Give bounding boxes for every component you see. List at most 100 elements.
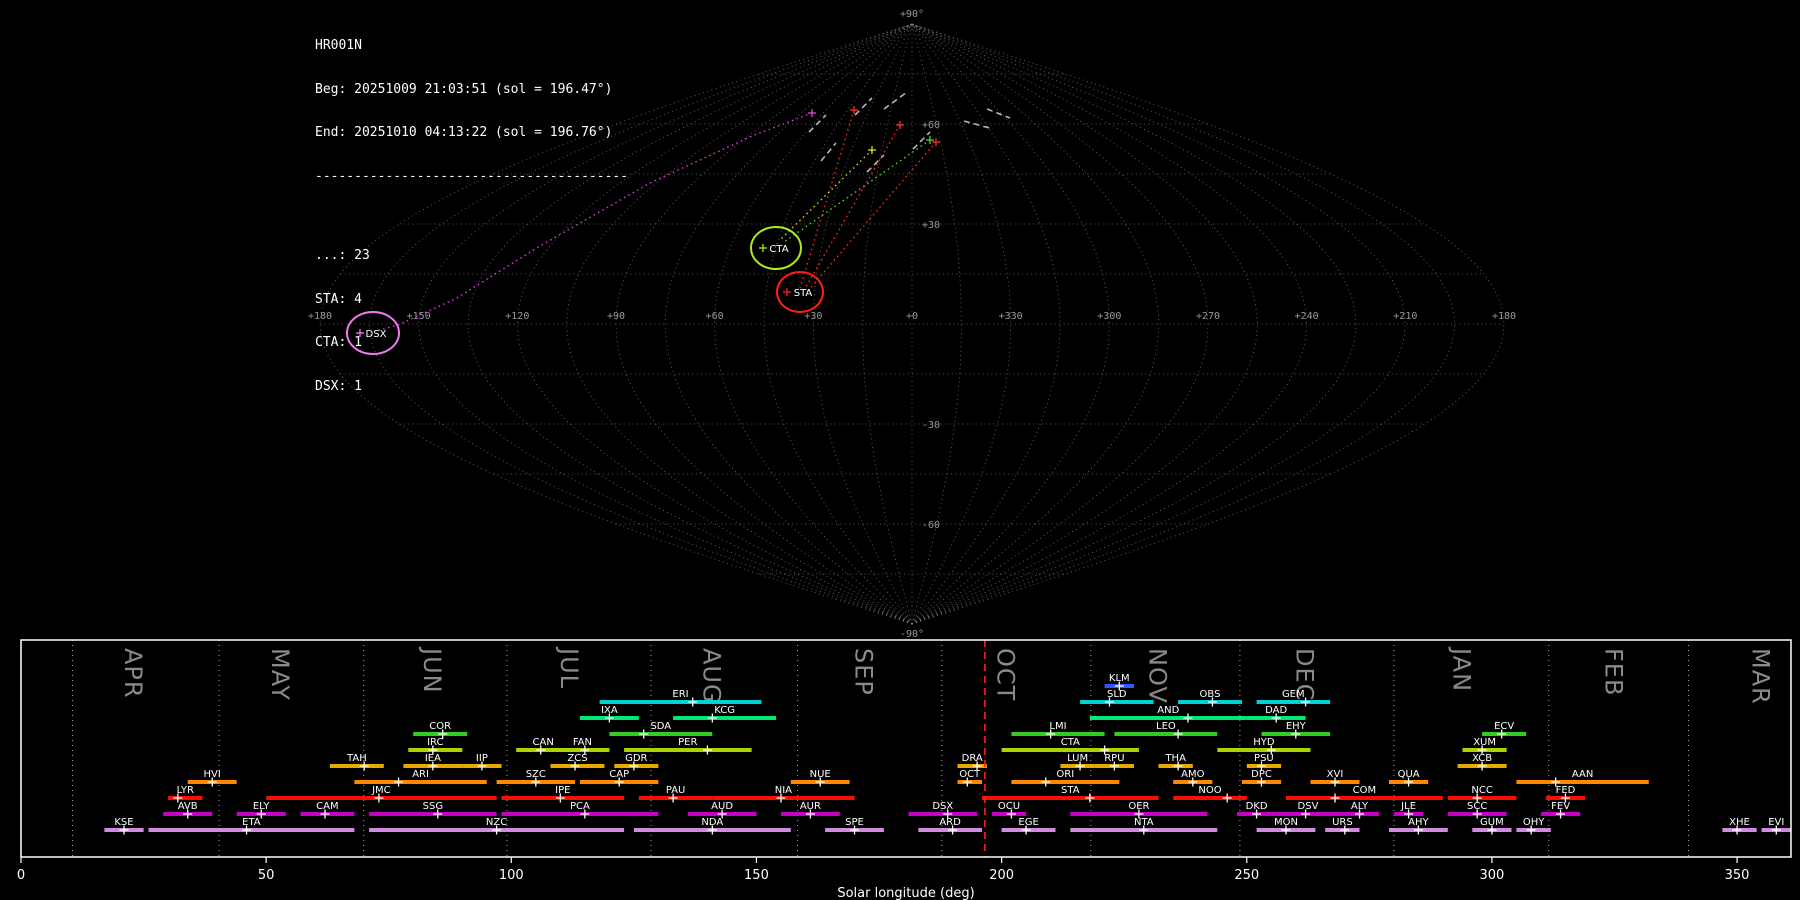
svg-text:ECV: ECV [1494, 721, 1514, 732]
svg-text:-60: -60 [922, 520, 940, 531]
shower-bar-GUM: GUM [1472, 817, 1512, 835]
shower-bar-ALY: ALY [1339, 801, 1380, 819]
shower-bar-SPE: SPE [825, 817, 884, 835]
shower-bar-SZC: SZC [496, 769, 575, 787]
svg-text:LYR: LYR [177, 785, 194, 796]
shower-bar-KCG: KCG [673, 705, 777, 723]
shower-bar-GDR: GDR [614, 753, 659, 771]
svg-text:OHY: OHY [1523, 817, 1545, 828]
shower-bar-CTA: CTA [1001, 737, 1139, 755]
shower-bar-MON: MON [1256, 817, 1316, 835]
svg-text:ETA: ETA [242, 817, 261, 828]
shower-bar-STA: STA [982, 785, 1159, 803]
count-dsx: DSX: 1 [315, 378, 362, 394]
shower-bar-RPU: RPU [1094, 753, 1134, 771]
shower-bar-FAN: FAN [555, 737, 610, 755]
shower-bar-COR: COR [413, 721, 468, 739]
svg-text:JUN: JUN [418, 646, 446, 694]
divider: ---------------------------------------- [315, 168, 629, 184]
svg-text:AND: AND [1157, 705, 1179, 716]
svg-text:100: 100 [499, 868, 524, 883]
svg-text:PCA: PCA [570, 801, 590, 812]
shower-bar-DRA: DRA [957, 753, 987, 771]
svg-text:+30: +30 [804, 311, 822, 322]
svg-text:COM: COM [1353, 785, 1376, 796]
count-sporadic: ...: 23 [315, 248, 370, 263]
shower-bar-PAU: PAU [638, 785, 713, 803]
shower-bar-NOO: NOO [1173, 785, 1247, 803]
shower-bar-EHY: EHY [1261, 721, 1331, 739]
count-sta: STA: 4 [315, 291, 362, 307]
end-time: End: 20251010 04:13:22 (sol = 196.76°) [315, 125, 613, 140]
svg-text:+270: +270 [1196, 311, 1220, 322]
count-cta: CTA: 1 [315, 335, 362, 350]
svg-text:+30: +30 [922, 220, 940, 231]
shower-bar-EGE: EGE [1001, 817, 1056, 835]
shower-bar-CAP: CAP [579, 769, 659, 787]
svg-text:AUG: AUG [697, 648, 725, 704]
shower-bar-XUM: XUM [1462, 737, 1507, 755]
svg-text:FAN: FAN [573, 737, 592, 748]
svg-text:+90°: +90° [900, 9, 924, 20]
svg-text:CTA: CTA [769, 244, 788, 255]
svg-text:ARI: ARI [412, 769, 429, 780]
shower-bar-IEA: IEA [403, 753, 463, 771]
shower-bar-THA: THA [1158, 753, 1193, 771]
svg-text:OCT: OCT [959, 769, 981, 780]
shower-bar-LYR: LYR [168, 785, 203, 803]
shower-bar-DKD: DKD [1237, 801, 1277, 819]
svg-text:XUM: XUM [1473, 737, 1496, 748]
svg-text:Solar longitude (deg): Solar longitude (deg) [837, 886, 974, 900]
svg-text:300: 300 [1480, 868, 1505, 883]
svg-text:DSV: DSV [1298, 801, 1319, 812]
svg-text:LEO: LEO [1156, 721, 1176, 732]
shower-bar-IPE: IPE [501, 785, 625, 803]
svg-text:-90°: -90° [900, 629, 924, 640]
shower-bar-OCU: OCU [991, 801, 1027, 819]
svg-text:SEP: SEP [849, 648, 877, 696]
shower-bar-IXA: IXA [579, 705, 639, 723]
shower-bar-AUR: AUR [781, 801, 840, 819]
svg-text:JUL: JUL [555, 646, 583, 689]
shower-bar-KLM: KLM [1104, 673, 1134, 691]
shower-bar-NIA: NIA [712, 785, 855, 803]
svg-text:+210: +210 [1393, 311, 1417, 322]
shower-bar-AUD: AUD [687, 801, 757, 819]
shower-bar-COM: COM [1286, 785, 1443, 803]
svg-text:+330: +330 [999, 311, 1023, 322]
svg-text:ORI: ORI [1056, 769, 1074, 780]
shower-bar-PER: PER [624, 737, 752, 755]
shower-bar-ZCS: ZCS [550, 753, 605, 771]
svg-text:DRA: DRA [962, 753, 983, 764]
shower-bar-OCT: OCT [957, 769, 982, 787]
shower-bar-LUM: LUM [1060, 753, 1095, 771]
shower-bar-KSE: KSE [104, 817, 144, 835]
svg-text:KCG: KCG [714, 705, 735, 716]
shower-bar-OHY: OHY [1516, 817, 1551, 835]
shower-bar-EVI: EVI [1761, 817, 1791, 835]
shower-bar-FEV: FEV [1540, 801, 1581, 819]
svg-text:URS: URS [1332, 817, 1353, 828]
svg-text:AAN: AAN [1572, 769, 1593, 780]
shower-bar-XCB: XCB [1457, 753, 1507, 771]
radiant-ellipse-STA: STA [776, 271, 824, 313]
shower-bar-NTA: NTA [1070, 817, 1218, 835]
svg-text:LMI: LMI [1049, 721, 1066, 732]
svg-text:EGE: EGE [1018, 817, 1038, 828]
shower-bar-SDA: SDA [609, 721, 713, 739]
svg-text:-30: -30 [922, 420, 940, 431]
shower-bar-URS: URS [1325, 817, 1360, 835]
shower-bar-XHE: XHE [1722, 817, 1757, 835]
svg-text:ARD: ARD [939, 817, 961, 828]
shower-bar-PSU: PSU [1246, 753, 1282, 771]
svg-text:JAN: JAN [1448, 646, 1476, 692]
shower-bar-DSX: DSX [908, 801, 978, 819]
shower-bar-IIP: IIP [462, 753, 502, 771]
shower-bar-QUA: QUA [1389, 769, 1429, 787]
observation-info: HR001N Beg: 20251009 21:03:51 (sol = 196… [315, 10, 628, 452]
svg-text:+180: +180 [1492, 311, 1516, 322]
svg-text:STA: STA [1061, 785, 1080, 796]
svg-text:APR: APR [119, 648, 147, 699]
svg-text:CTA: CTA [1061, 737, 1080, 748]
svg-text:SSG: SSG [423, 801, 443, 812]
